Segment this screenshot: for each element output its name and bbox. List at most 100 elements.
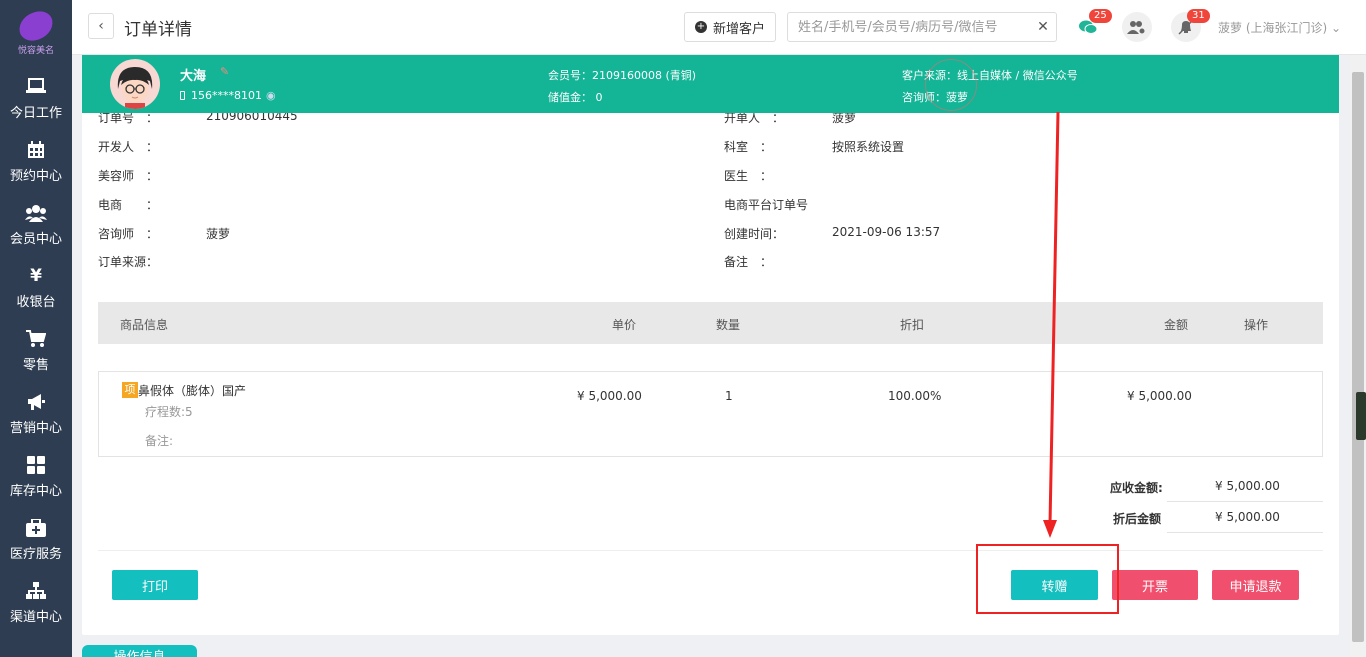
chat-button[interactable]: 25: [1073, 9, 1112, 42]
created-time-label: 创建时间：: [724, 227, 785, 241]
item-amount: ¥ 5,000.00: [1127, 389, 1192, 403]
sidebar-item-label: 医疗服务: [9, 547, 62, 562]
sidebar-item-channels[interactable]: 渠道中心: [0, 572, 72, 635]
search-box: ✕: [787, 12, 1057, 42]
customer-phone-number: 156****8101: [191, 89, 262, 102]
table-row: 项 鼻假体（膨体）国产 疗程数:5 备注: ¥ 5,000.00 1 100.0…: [98, 371, 1323, 457]
member-number: 会员号：2109160008 (青铜): [548, 69, 697, 82]
cart-icon: [26, 330, 47, 348]
laptop-icon: [26, 78, 46, 96]
order-source-label: 订单来源：: [98, 255, 159, 269]
sidebar-item-label: 收银台: [16, 295, 56, 310]
sidebar-item-label: 预约中心: [9, 169, 62, 184]
sidebar-item-label: 营销中心: [9, 421, 62, 436]
sidebar: 悦容美名 今日工作 预约中心 会员中心 ¥ 收银台 零售 营销中心 库存中心 医…: [0, 0, 72, 657]
sidebar-item-label: 渠道中心: [9, 610, 62, 625]
calendar-icon: [27, 141, 45, 159]
department-value: 按照系统设置: [832, 140, 905, 154]
customer-avatar-icon: [117, 67, 153, 109]
item-type-tag: 项: [122, 382, 138, 398]
logo-icon: [16, 9, 56, 43]
sidebar-item-inventory[interactable]: 库存中心: [0, 446, 72, 509]
new-customer-button[interactable]: + 新增客户: [684, 12, 776, 42]
scrollbar-marker: [1356, 392, 1366, 440]
sidebar-item-retail[interactable]: 零售: [0, 320, 72, 383]
avatar[interactable]: [110, 59, 160, 109]
column-header-action: 操作: [1244, 318, 1269, 332]
close-icon[interactable]: ✕: [1030, 19, 1056, 35]
discounted-value: ¥ 5,000.00: [1215, 510, 1280, 524]
print-button[interactable]: 打印: [112, 570, 198, 600]
developer-label: 开发人 ：: [98, 140, 159, 154]
item-price: ¥ 5,000.00: [577, 389, 642, 403]
sidebar-item-members[interactable]: 会员中心: [0, 194, 72, 257]
receivable-value: ¥ 5,000.00: [1215, 479, 1280, 493]
summary-divider: [1167, 532, 1323, 533]
user-menu[interactable]: 菠萝 (上海张江门诊) ⌄: [1218, 19, 1341, 36]
invoice-button[interactable]: 开票: [1112, 570, 1198, 600]
customer-phone: 156****8101 ◉: [180, 89, 276, 102]
notification-button[interactable]: 31: [1171, 9, 1210, 42]
table-header: 商品信息 单价 数量 折扣 金额 操作: [98, 302, 1323, 344]
new-customer-label: 新增客户: [712, 21, 765, 37]
item-sessions: 疗程数:5: [145, 405, 193, 419]
users-gear-icon: [1127, 21, 1146, 35]
consultant-label: 咨询师 ：: [98, 227, 159, 241]
eye-icon[interactable]: ◉: [266, 89, 276, 102]
remark-label: 备注 ：: [724, 255, 773, 269]
medkit-icon: [26, 518, 46, 537]
yen-icon: ¥: [30, 266, 42, 286]
page-title: 订单详情: [124, 20, 192, 40]
search-input[interactable]: [798, 19, 1030, 35]
column-header-qty: 数量: [716, 318, 741, 332]
sidebar-item-label: 库存中心: [9, 484, 62, 499]
sidebar-item-appointments[interactable]: 预约中心: [0, 131, 72, 194]
sidebar-item-label: 今日工作: [9, 106, 62, 121]
order-detail-card: 订单号 ： 210906010445 开发人 ： 美容师 ： 电商 ： 咨询师 …: [82, 100, 1339, 635]
notification-badge: 31: [1187, 9, 1210, 23]
back-button[interactable]: ‹: [88, 13, 114, 39]
doctor-label: 医生 ：: [724, 169, 773, 183]
action-divider: [98, 550, 1323, 551]
stored-value: 储值金： 0: [548, 91, 603, 104]
logo[interactable]: 悦容美名: [0, 0, 72, 68]
chat-badge: 25: [1089, 9, 1112, 23]
column-header-discount: 折扣: [900, 318, 925, 332]
customer-info-bar: 大海 ✎ 156****8101 ◉ 会员号：2109160008 (青铜) 储值…: [82, 55, 1339, 113]
sidebar-item-marketing[interactable]: 营销中心: [0, 383, 72, 446]
item-discount: 100.00%: [888, 389, 942, 403]
sidebar-item-label: 会员中心: [9, 232, 62, 247]
grid-icon: [27, 456, 45, 474]
operation-info-tab[interactable]: 操作信息: [82, 645, 197, 657]
receivable-label: 应收金额:: [1110, 481, 1163, 495]
refund-button[interactable]: 申请退款: [1212, 570, 1299, 600]
sidebar-item-medical[interactable]: 医疗服务: [0, 509, 72, 572]
column-header-amount: 金额: [1164, 318, 1189, 332]
sidebar-item-cashier[interactable]: ¥ 收银台: [0, 257, 72, 320]
item-note: 备注:: [145, 434, 174, 448]
sitemap-icon: [26, 582, 46, 600]
sidebar-item-today[interactable]: 今日工作: [0, 68, 72, 131]
customer-name: 大海: [180, 69, 207, 84]
column-header-price: 单价: [612, 318, 637, 332]
ecommerce-order-label: 电商平台订单号: [724, 198, 809, 212]
phone-icon: [180, 91, 185, 100]
edit-icon[interactable]: ✎: [220, 65, 229, 78]
consultant-value: 菠萝: [206, 227, 231, 241]
beautician-label: 美容师 ：: [98, 169, 159, 183]
summary-divider: [1167, 501, 1323, 502]
department-label: 科室 ：: [724, 140, 773, 154]
column-header-product: 商品信息: [120, 318, 169, 332]
ecommerce-label: 电商 ：: [98, 198, 159, 212]
highlight-box: [976, 544, 1119, 614]
item-name: 鼻假体（膨体）国产: [138, 384, 247, 398]
stamp-icon: [925, 59, 977, 111]
chevron-left-icon: ‹: [98, 18, 104, 34]
megaphone-icon: [26, 393, 46, 411]
team-button[interactable]: [1122, 12, 1152, 42]
discounted-label: 折后金额: [1113, 512, 1162, 526]
created-time-value: 2021-09-06 13:57: [832, 225, 941, 239]
logo-text: 悦容美名: [17, 46, 54, 56]
scrollbar-thumb[interactable]: [1352, 72, 1364, 642]
users-icon: [25, 204, 47, 222]
